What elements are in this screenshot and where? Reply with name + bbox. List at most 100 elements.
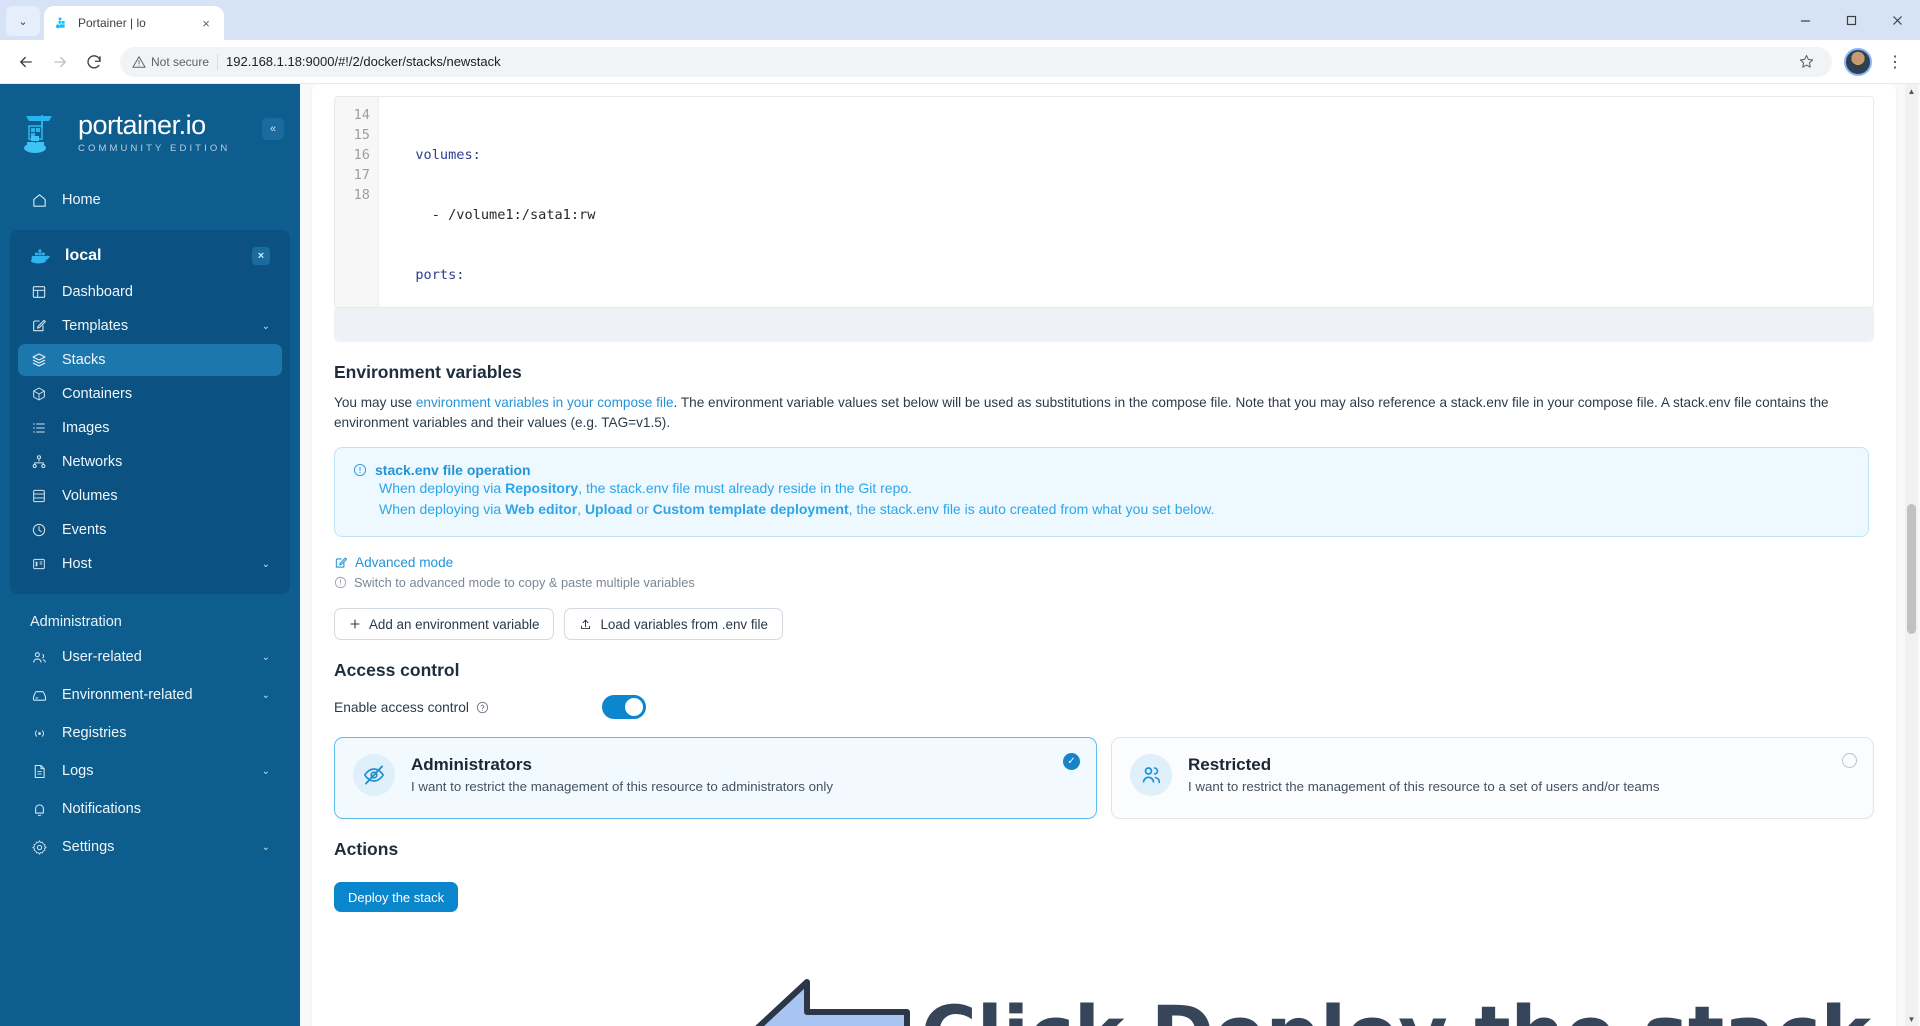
deploy-the-stack-button[interactable]: Deploy the stack xyxy=(334,882,459,912)
chevron-down-icon: ⌄ xyxy=(261,689,270,701)
minimize-button[interactable] xyxy=(1782,0,1828,40)
sidebar-item-networks[interactable]: Networks xyxy=(18,446,282,478)
compose-editor[interactable]: 14 15 16 17 18 volumes: - /volume1:/sata… xyxy=(334,96,1874,308)
card-inner: Administrators I want to restrict the ma… xyxy=(353,754,1078,796)
code-line: ports: xyxy=(399,267,465,283)
sidebar-item-events[interactable]: Events xyxy=(18,514,282,546)
chevron-down-icon: ⌄ xyxy=(261,320,270,332)
environment-selector[interactable]: local × xyxy=(18,238,282,274)
sidebar-item-label: Home xyxy=(62,192,101,208)
sidebar-item-user-related[interactable]: User-related ⌄ xyxy=(18,641,282,673)
sidebar-item-stacks[interactable]: Stacks xyxy=(18,344,282,376)
sidebar-item-volumes[interactable]: Volumes xyxy=(18,480,282,512)
card-title: Administrators xyxy=(411,755,532,774)
info-box-title: stack.env file operation xyxy=(375,462,531,478)
events-icon xyxy=(30,521,48,539)
compose-editor-wrap: 14 15 16 17 18 volumes: - /volume1:/sata… xyxy=(312,84,1896,342)
chevron-down-icon: ⌄ xyxy=(261,651,270,663)
text: When deploying via xyxy=(379,480,506,496)
close-icon xyxy=(1892,15,1902,25)
add-environment-variable-button[interactable]: Add an environment variable xyxy=(334,608,555,640)
chevron-down-icon: ⌄ xyxy=(261,841,270,853)
scrollbar-thumb[interactable] xyxy=(1907,504,1916,634)
card-subtitle: I want to restrict the management of thi… xyxy=(411,779,833,794)
stacks-icon xyxy=(30,351,48,369)
question-icon[interactable] xyxy=(476,701,489,714)
editor-code[interactable]: volumes: - /volume1:/sata1:rw ports: - 4… xyxy=(379,97,1873,307)
access-option-administrators[interactable]: Administrators I want to restrict the ma… xyxy=(334,737,1097,819)
reload-button[interactable] xyxy=(78,46,110,78)
kebab-menu-icon: ⋮ xyxy=(1887,53,1903,71)
portainer-favicon-icon xyxy=(56,17,65,29)
chevron-down-icon: ⌄ xyxy=(18,15,28,28)
address-bar[interactable]: Not secure 192.168.1.18:9000/#!/2/docker… xyxy=(120,46,1832,77)
bookmark-star-icon[interactable] xyxy=(1792,48,1820,76)
sidebar-item-settings[interactable]: Settings ⌄ xyxy=(18,831,282,863)
eye-off-icon xyxy=(353,754,395,796)
section-title-environment-variables: Environment variables xyxy=(334,362,522,382)
close-window-button[interactable] xyxy=(1874,0,1920,40)
environment-clear-button[interactable]: × xyxy=(252,247,270,265)
scroll-up-arrow-icon[interactable]: ▲ xyxy=(1905,84,1918,98)
sidebar-item-logs[interactable]: Logs ⌄ xyxy=(18,755,282,787)
images-icon xyxy=(30,419,48,437)
back-button[interactable] xyxy=(10,46,42,78)
browser-tab[interactable]: Portainer | lo × xyxy=(44,6,224,40)
app-body: portainer.io COMMUNITY EDITION « Home lo… xyxy=(0,84,1920,1026)
line-number: 15 xyxy=(353,127,370,143)
info-line-webeditor: When deploying via Web editor, Upload or… xyxy=(379,499,1850,520)
sidebar-item-home[interactable]: Home xyxy=(18,184,282,216)
forward-button[interactable] xyxy=(44,46,76,78)
load-variables-from-env-button[interactable]: Load variables from .env file xyxy=(564,608,783,640)
brand: portainer.io COMMUNITY EDITION « xyxy=(0,96,300,162)
sidebar-item-label: Stacks xyxy=(62,352,106,368)
brand-subtitle: COMMUNITY EDITION xyxy=(78,143,231,154)
radio-selected-icon[interactable]: ✓ xyxy=(1063,753,1080,770)
sidebar-item-notifications[interactable]: Notifications xyxy=(18,793,282,825)
users-icon xyxy=(30,648,48,666)
access-control-section: Access control Enable access control Adm… xyxy=(312,660,1896,819)
info-icon xyxy=(334,576,347,589)
tab-search-button[interactable]: ⌄ xyxy=(6,6,40,36)
radio-unselected-icon[interactable] xyxy=(1842,753,1857,768)
desc-pre: You may use xyxy=(334,395,416,410)
browser-menu-button[interactable]: ⋮ xyxy=(1880,47,1910,77)
check-icon: ✓ xyxy=(1067,756,1076,767)
environment-group: local × Dashboard Templates ⌄ Stacks Con… xyxy=(10,230,290,594)
scroll-down-arrow-icon[interactable]: ▼ xyxy=(1905,1012,1918,1026)
access-option-restricted[interactable]: Restricted I want to restrict the manage… xyxy=(1111,737,1874,819)
page-scrollbar[interactable]: ▲ ▼ xyxy=(1905,84,1918,1026)
compose-file-link[interactable]: environment variables in your compose fi… xyxy=(416,395,674,410)
minimize-icon xyxy=(1800,19,1810,22)
text-strong: Web editor xyxy=(505,501,578,517)
environment-variable-buttons: Add an environment variable Load variabl… xyxy=(334,608,1874,640)
sidebar-item-templates[interactable]: Templates ⌄ xyxy=(18,310,282,342)
info-line-repository: When deploying via Repository, the stack… xyxy=(379,478,1850,499)
sidebar-item-environment-related[interactable]: Environment-related ⌄ xyxy=(18,679,282,711)
section-title-access-control: Access control xyxy=(334,660,460,680)
advanced-mode-row[interactable]: Advanced mode xyxy=(334,555,1874,570)
tab-title: Portainer | lo xyxy=(78,16,146,30)
sidebar-item-dashboard[interactable]: Dashboard xyxy=(18,276,282,308)
maximize-button[interactable] xyxy=(1828,0,1874,40)
sidebar-item-containers[interactable]: Containers xyxy=(18,378,282,410)
actions-section: Actions Deploy the stack xyxy=(312,839,1896,912)
line-number: 18 xyxy=(353,187,370,203)
sidebar-item-label: Images xyxy=(62,420,110,436)
gear-icon xyxy=(30,838,48,856)
not-secure-indicator[interactable]: Not secure xyxy=(132,55,209,69)
sidebar-item-registries[interactable]: Registries xyxy=(18,717,282,749)
advanced-mode-link[interactable]: Advanced mode xyxy=(355,555,453,570)
sidebar-item-images[interactable]: Images xyxy=(18,412,282,444)
profile-avatar[interactable] xyxy=(1844,47,1872,76)
forward-arrow-icon xyxy=(54,56,66,67)
section-title-actions: Actions xyxy=(334,839,399,859)
dashboard-icon xyxy=(30,283,48,301)
enable-access-control-toggle[interactable] xyxy=(602,695,646,719)
sidebar-item-host[interactable]: Host ⌄ xyxy=(18,548,282,580)
tab-close-icon[interactable]: × xyxy=(198,15,214,31)
advanced-mode-note-label: Switch to advanced mode to copy & paste … xyxy=(354,575,695,590)
sidebar-item-label: Environment-related xyxy=(62,687,193,703)
browser-toolbar: Not secure 192.168.1.18:9000/#!/2/docker… xyxy=(0,40,1920,84)
sidebar-collapse-button[interactable]: « xyxy=(262,118,284,140)
